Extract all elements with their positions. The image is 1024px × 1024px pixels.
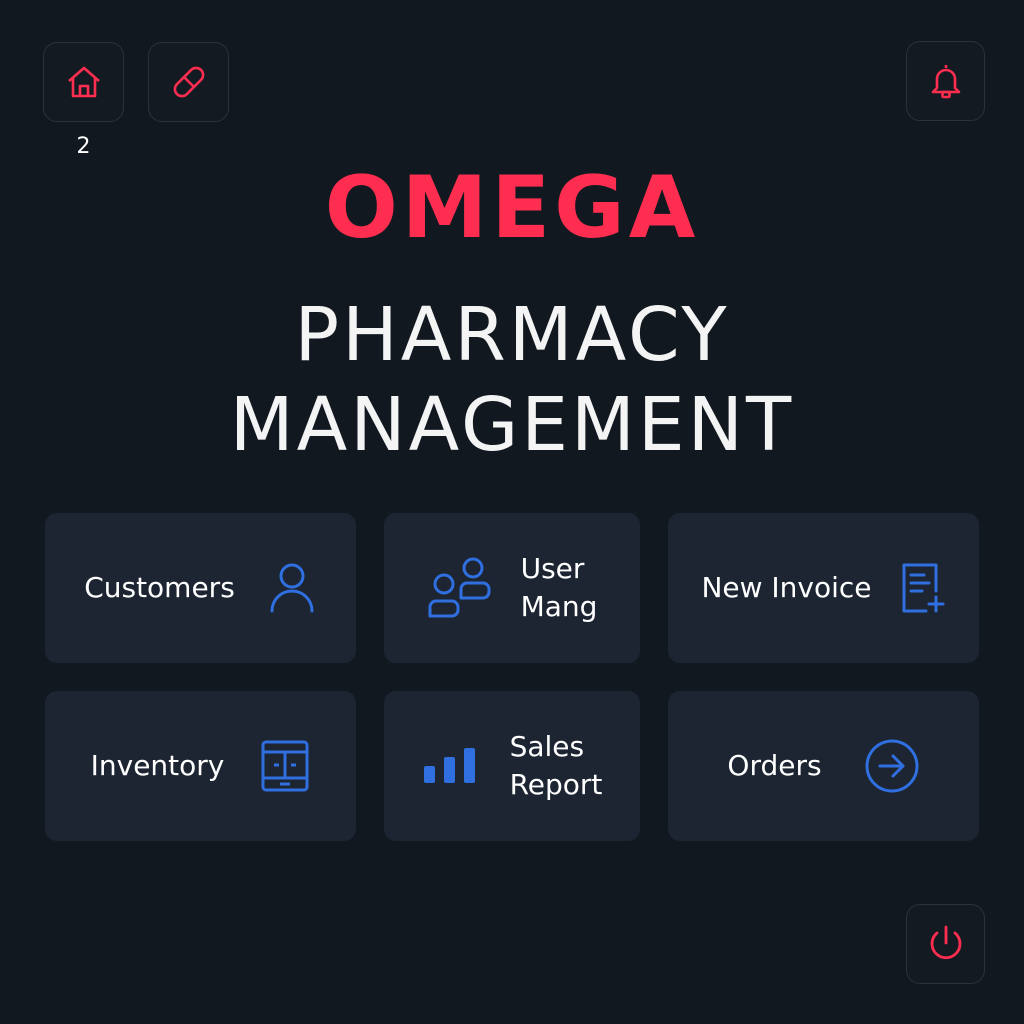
tile-customers[interactable]: Customers <box>45 513 356 663</box>
bar-chart-icon <box>423 748 475 783</box>
arrow-right-circle-icon <box>865 739 919 793</box>
tile-inventory[interactable]: Inventory <box>45 691 356 841</box>
brand-subtitle-line2: MANAGEMENT <box>229 382 795 468</box>
tile-new-invoice[interactable]: New Invoice <box>668 513 979 663</box>
users-icon <box>428 557 491 618</box>
tile-label-new-invoice: New Invoice <box>701 571 872 604</box>
brand-subtitle-line1: PHARMACY <box>294 292 730 378</box>
cabinet-icon <box>261 740 309 792</box>
user-icon <box>270 563 314 613</box>
tile-user-mang[interactable]: User Mang <box>384 513 640 663</box>
brand-title: OMEGA <box>324 158 700 258</box>
tile-label-inventory: Inventory <box>90 749 225 782</box>
invoice-add-icon <box>902 563 945 613</box>
home-button[interactable] <box>43 42 124 122</box>
tile-label-customers: Customers <box>84 571 235 604</box>
power-button[interactable] <box>906 904 985 984</box>
tile-orders[interactable]: Orders <box>668 691 979 841</box>
notifications-button[interactable] <box>906 41 985 121</box>
home-icon <box>67 66 100 98</box>
medicine-button[interactable] <box>148 42 229 122</box>
pill-icon <box>173 66 204 98</box>
tile-label-sales-report: Sales Report <box>509 730 603 801</box>
tile-label-orders: Orders <box>727 749 822 782</box>
power-icon <box>930 925 961 960</box>
tile-sales-report[interactable]: Sales Report <box>384 691 640 841</box>
bell-icon <box>931 65 960 99</box>
notification-count: 2 <box>76 134 91 159</box>
tile-label-user-mang: User Mang <box>520 552 598 623</box>
